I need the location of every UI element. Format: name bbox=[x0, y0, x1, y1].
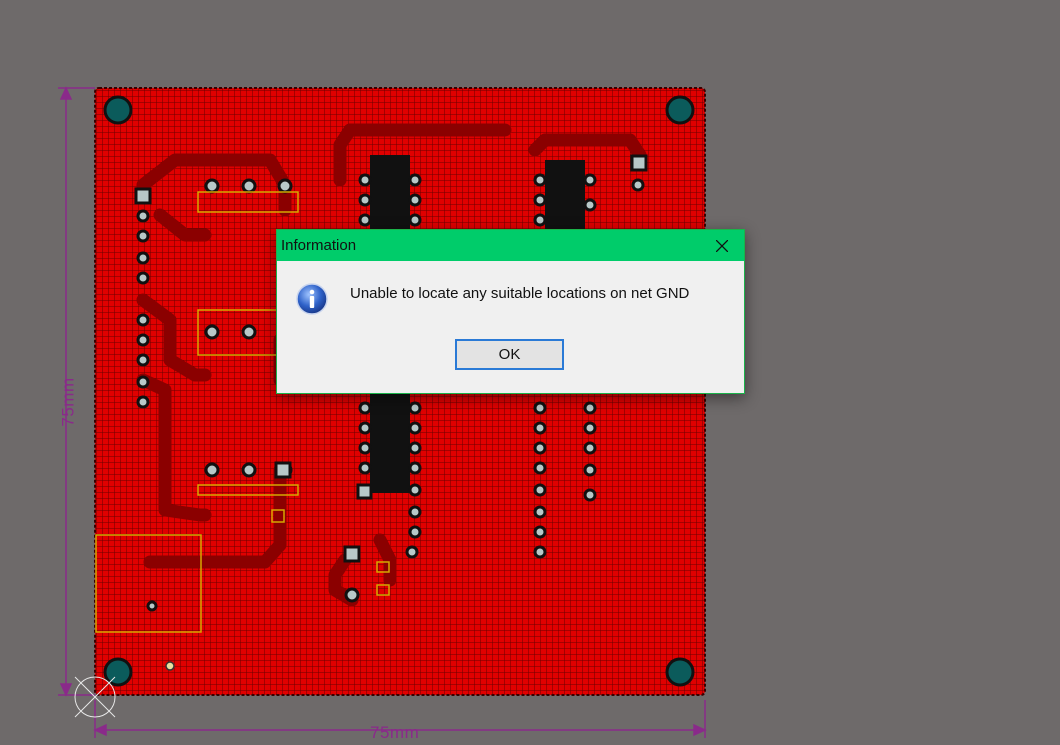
close-icon bbox=[716, 239, 728, 252]
close-button[interactable] bbox=[700, 230, 744, 261]
info-icon bbox=[296, 283, 328, 315]
dialog-title: Information bbox=[281, 237, 357, 254]
ic-chip bbox=[370, 393, 410, 493]
dialog-body: Unable to locate any suitable locations … bbox=[277, 261, 744, 392]
width-dimension-label: 75mm bbox=[370, 723, 420, 742]
mounting-hole bbox=[665, 95, 695, 125]
mounting-hole bbox=[103, 657, 133, 687]
height-dimension-label: 75mm bbox=[58, 377, 78, 427]
information-dialog[interactable]: Information Unable to locate any suitabl… bbox=[276, 229, 745, 394]
mounting-hole bbox=[665, 657, 695, 687]
mounting-hole bbox=[103, 95, 133, 125]
via bbox=[165, 661, 175, 671]
ic-chip bbox=[545, 160, 585, 230]
ok-button[interactable]: OK bbox=[455, 339, 564, 370]
ic-chip bbox=[370, 155, 410, 235]
dialog-titlebar[interactable]: Information bbox=[277, 230, 744, 261]
dialog-message: Unable to locate any suitable locations … bbox=[350, 285, 690, 302]
